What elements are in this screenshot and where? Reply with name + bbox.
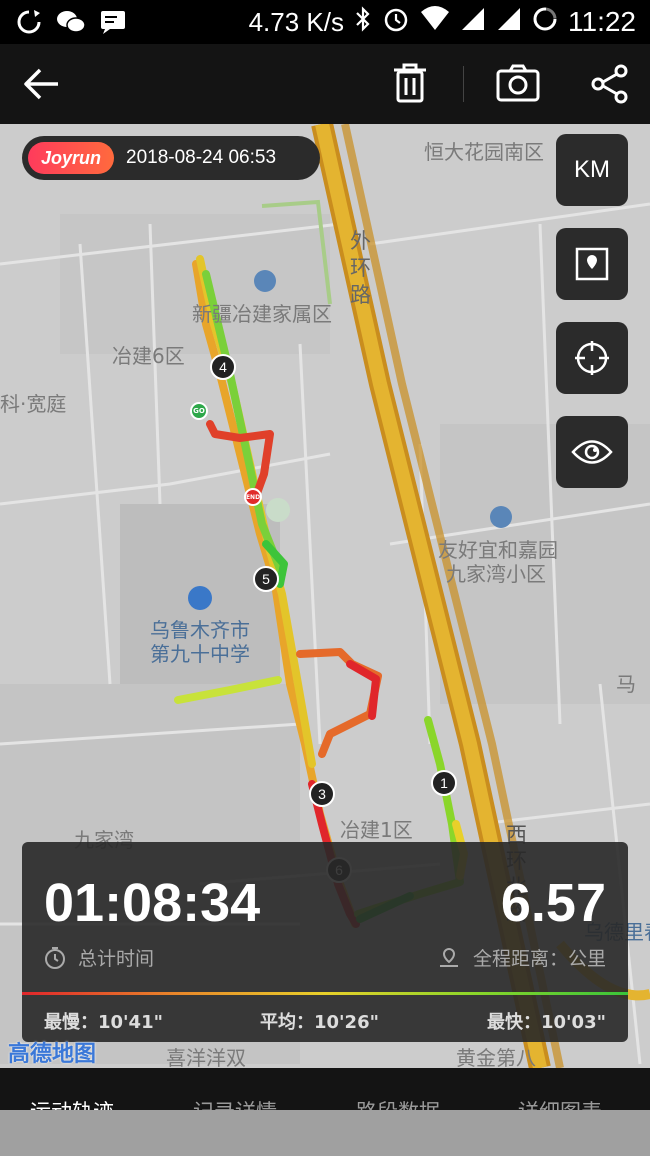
fastest-pace: 最快：10'03" bbox=[487, 1012, 606, 1033]
route-map[interactable]: Joyrun 2018-08-24 06:53 KM 恒大花园南区 外环路 新疆… bbox=[0, 124, 650, 1068]
map-label: 九家湾小区 bbox=[446, 562, 546, 586]
system-nav-bar bbox=[0, 1110, 650, 1156]
poi-icon bbox=[254, 270, 276, 292]
camera-icon[interactable] bbox=[496, 64, 540, 102]
km-marker[interactable]: 1 bbox=[431, 770, 457, 796]
end-marker[interactable]: END bbox=[244, 488, 262, 506]
poi-icon bbox=[490, 506, 512, 528]
visibility-button[interactable] bbox=[556, 416, 628, 488]
locate-button[interactable] bbox=[556, 322, 628, 394]
map-label: 冶建1区 bbox=[340, 818, 413, 842]
date-pill: Joyrun 2018-08-24 06:53 bbox=[22, 136, 320, 180]
signal-icon bbox=[496, 6, 522, 39]
run-stats-panel: 01:08:34 6.57 总计时间 全程距离：公里 最慢：10'41" 平均：… bbox=[22, 842, 628, 1042]
map-label: 外环路 bbox=[350, 229, 371, 307]
wifi-icon bbox=[420, 5, 450, 39]
signal-icon bbox=[460, 6, 486, 39]
crosshair-icon bbox=[575, 341, 609, 375]
km-marker[interactable]: 4 bbox=[210, 354, 236, 380]
sync-icon bbox=[14, 7, 44, 37]
post-office-icon bbox=[266, 498, 290, 522]
run-datetime: 2018-08-24 06:53 bbox=[126, 147, 277, 168]
school-icon bbox=[188, 586, 212, 610]
pace-gradient-bar bbox=[22, 992, 628, 995]
total-distance-label: 全程距离：公里 bbox=[472, 948, 606, 970]
total-time-label: 总计时间 bbox=[78, 948, 155, 970]
wechat-icon bbox=[56, 7, 86, 37]
total-time-value: 01:08:34 bbox=[44, 873, 261, 933]
toolbar-divider bbox=[463, 66, 464, 102]
map-label: 科·宽庭 bbox=[0, 392, 67, 416]
message-icon bbox=[98, 7, 128, 37]
start-marker[interactable]: GO bbox=[190, 402, 208, 420]
map-label: 新疆冶建家属区 bbox=[192, 302, 332, 326]
bluetooth-icon bbox=[354, 5, 372, 39]
network-speed: 4.73 K/s bbox=[248, 6, 344, 37]
unit-toggle-button[interactable]: KM bbox=[556, 134, 628, 206]
average-pace: 平均：10'26" bbox=[260, 1012, 379, 1033]
map-label: 喜洋洋双 bbox=[166, 1046, 246, 1068]
top-app-bar bbox=[0, 44, 650, 124]
gaode-map-logo: 高德地图 bbox=[8, 1042, 97, 1067]
total-distance-label-row: 全程距离：公里 bbox=[437, 944, 606, 971]
km-marker[interactable]: 3 bbox=[309, 781, 335, 807]
unit-label: KM bbox=[574, 156, 610, 183]
back-arrow-icon[interactable] bbox=[22, 64, 62, 104]
total-distance-value: 6.57 bbox=[500, 873, 606, 933]
battery-icon bbox=[532, 6, 558, 39]
slowest-pace: 最慢：10'41" bbox=[44, 1012, 163, 1033]
map-label: 第九十中学 bbox=[150, 642, 250, 666]
timer-icon bbox=[45, 946, 65, 969]
map-label: 恒大花园南区 bbox=[424, 140, 544, 164]
route-pin-icon bbox=[439, 947, 458, 967]
total-time-label-row: 总计时间 bbox=[44, 944, 154, 971]
map-style-button[interactable] bbox=[556, 228, 628, 300]
map-label: 黄金第八 bbox=[456, 1046, 536, 1068]
joyrun-logo: Joyrun bbox=[28, 142, 114, 174]
clock: 11:22 bbox=[568, 6, 636, 37]
bottom-tab-bar: 运动轨迹 记录详情 路段数据 详细图表 bbox=[0, 1068, 650, 1114]
share-icon[interactable] bbox=[590, 64, 630, 104]
map-label: 冶建6区 bbox=[112, 344, 185, 368]
km-marker[interactable]: 5 bbox=[253, 566, 279, 592]
map-pin-icon bbox=[575, 247, 609, 281]
status-bar: 4.73 K/s 11:22 bbox=[0, 0, 650, 44]
trash-icon[interactable] bbox=[390, 62, 430, 104]
map-label: 马 bbox=[616, 672, 636, 696]
alarm-icon bbox=[382, 5, 410, 40]
eye-icon bbox=[571, 440, 613, 464]
